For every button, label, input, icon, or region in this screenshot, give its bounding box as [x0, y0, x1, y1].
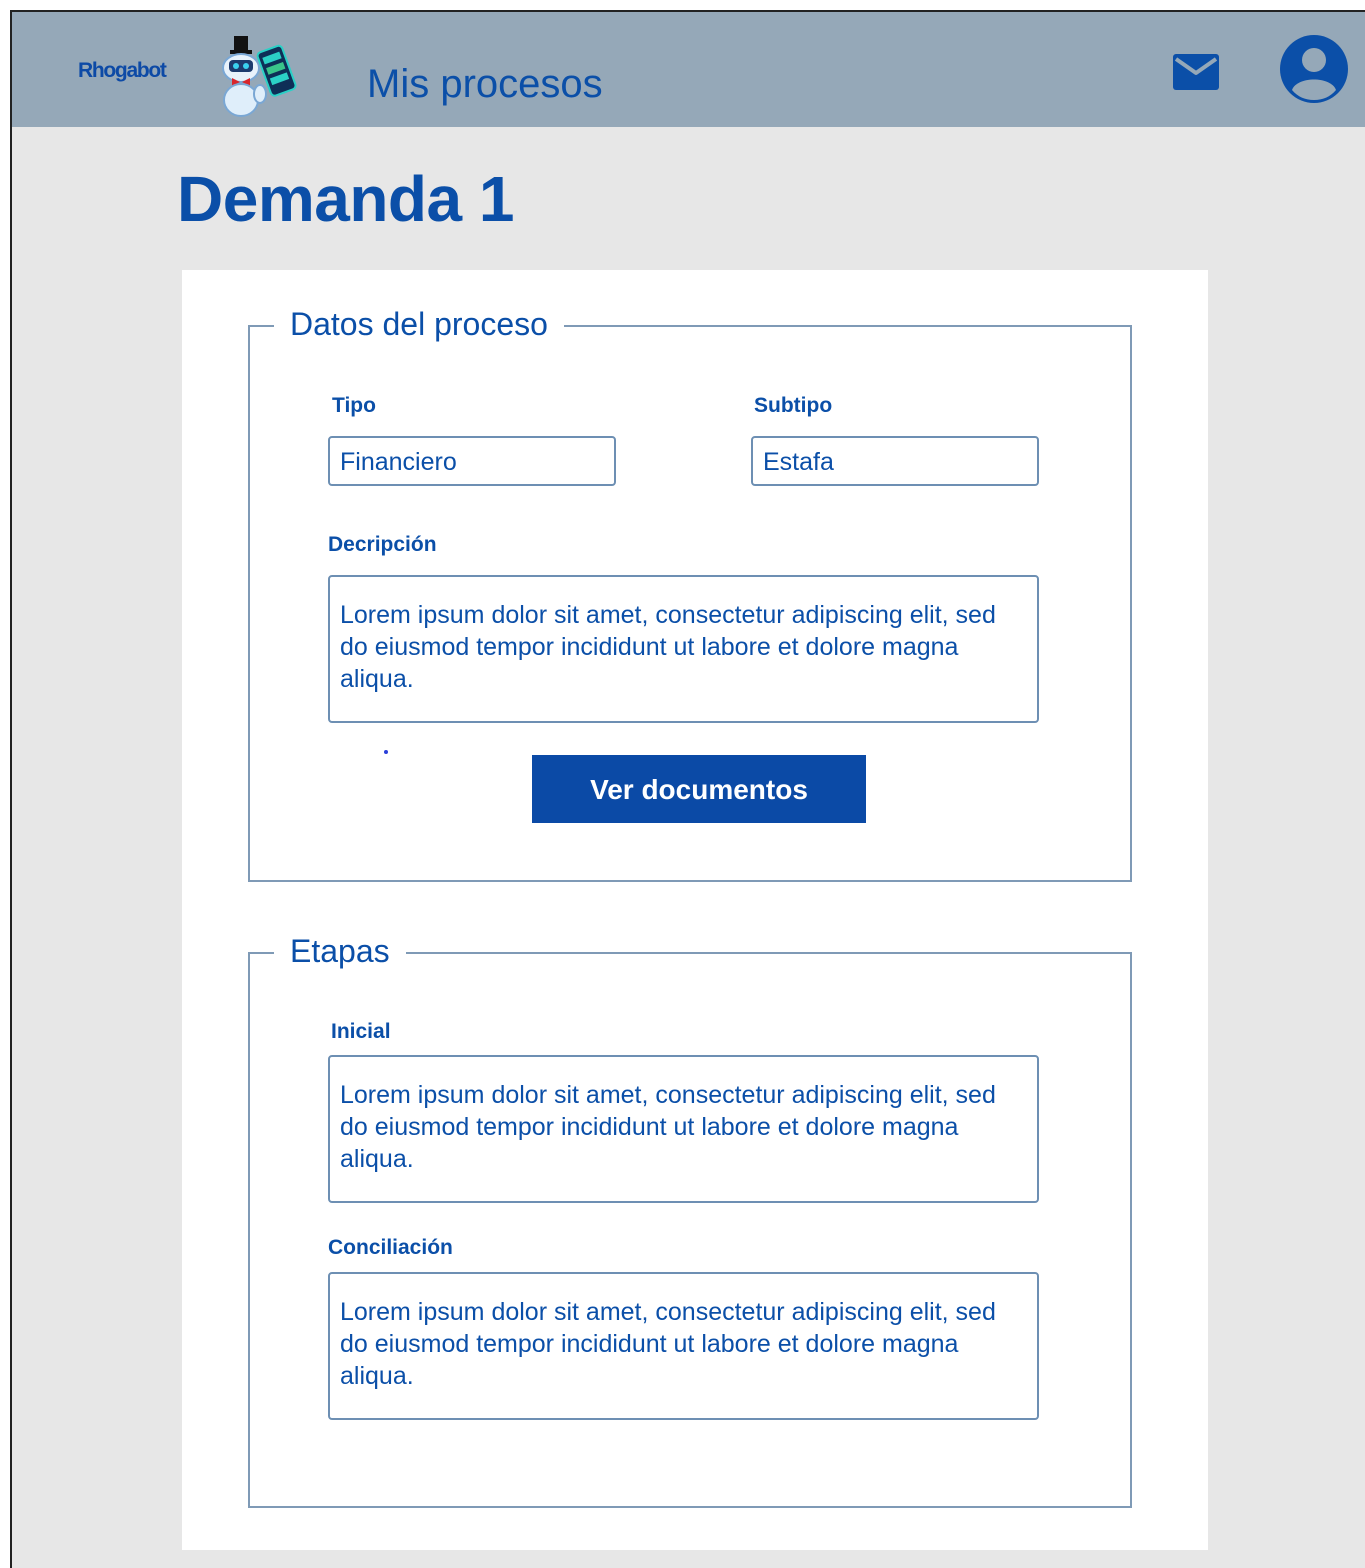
description-field[interactable]: Lorem ipsum dolor sit amet, consectetur … [328, 575, 1039, 723]
mail-icon[interactable] [1173, 54, 1219, 90]
process-card: Datos del proceso Tipo Financiero Subtip… [182, 270, 1208, 1550]
stage-text-inicial[interactable]: Lorem ipsum dolor sit amet, consectetur … [328, 1055, 1039, 1203]
stage-text-conciliacion[interactable]: Lorem ipsum dolor sit amet, consectetur … [328, 1272, 1039, 1420]
decorative-dot [384, 750, 388, 754]
process-data-legend: Datos del proceso [274, 304, 564, 344]
top-navbar: Rhogabot Mis procesos [12, 12, 1365, 127]
description-label: Decripción [328, 533, 437, 556]
subtype-field[interactable]: Estafa [751, 436, 1039, 486]
page-title: Demanda 1 [177, 163, 514, 235]
account-circle-icon[interactable] [1279, 34, 1349, 104]
view-documents-button[interactable]: Ver documentos [532, 755, 866, 823]
robot-logo-icon[interactable] [204, 22, 300, 118]
type-field[interactable]: Financiero [328, 436, 616, 486]
stage-label-conciliacion: Conciliación [328, 1236, 453, 1259]
stage-label-inicial: Inicial [331, 1020, 391, 1043]
stages-legend: Etapas [274, 931, 406, 971]
type-label: Tipo [332, 394, 376, 417]
brand-name[interactable]: Rhogabot [78, 59, 167, 83]
subtype-label: Subtipo [754, 394, 833, 417]
app-window: Rhogabot Mis procesos Demanda 1 Datos de… [10, 10, 1365, 1568]
nav-title-mis-procesos[interactable]: Mis procesos [367, 62, 603, 107]
